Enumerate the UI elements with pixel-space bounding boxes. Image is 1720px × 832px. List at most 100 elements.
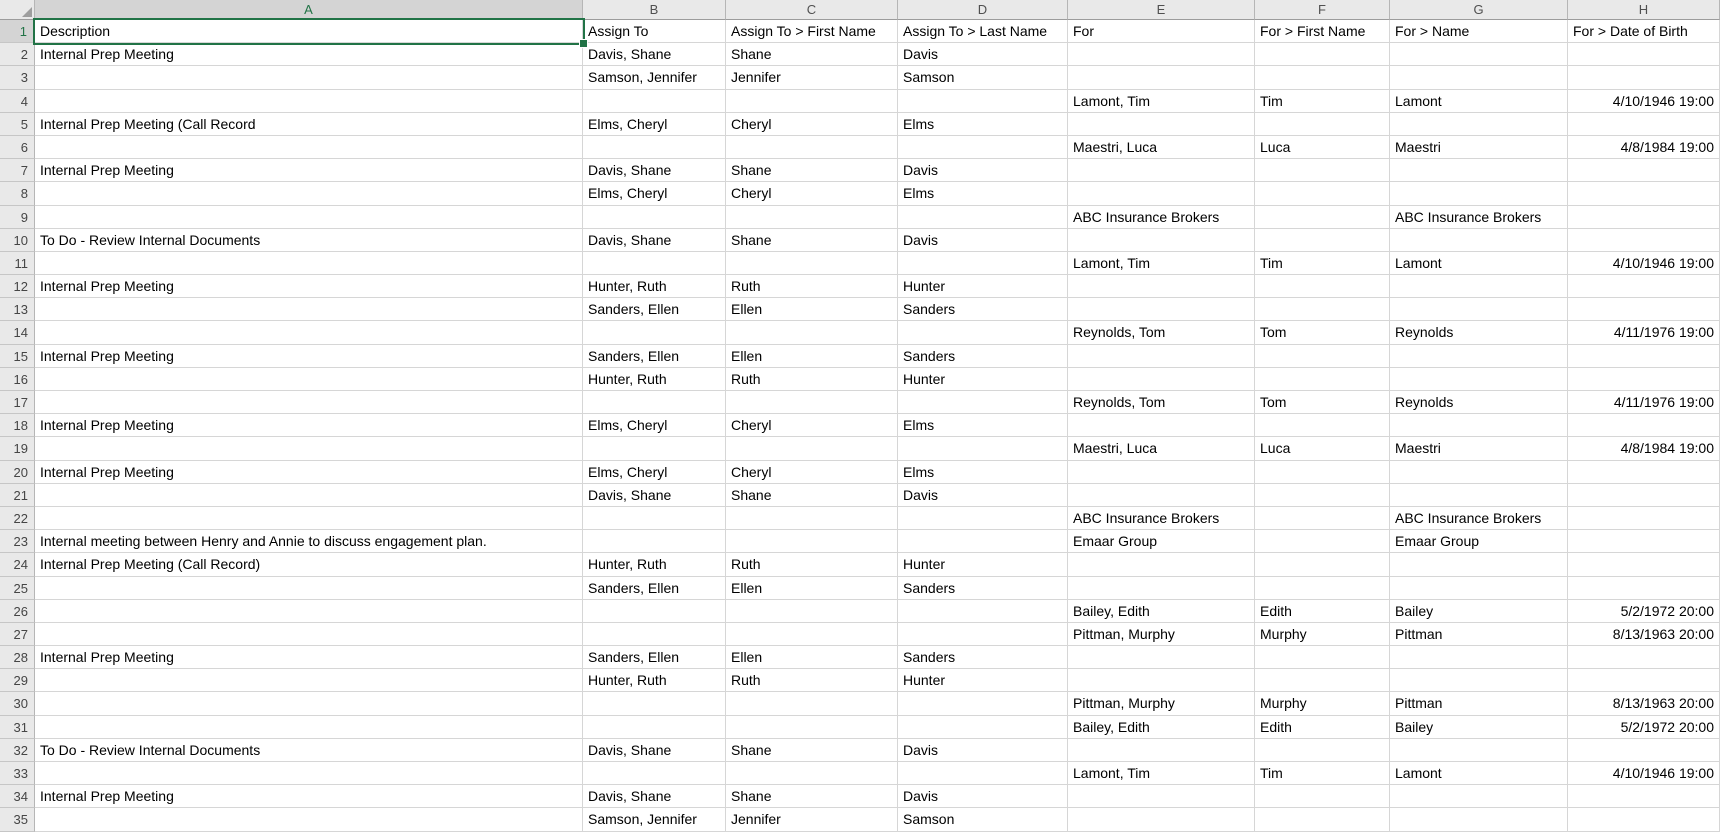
cell-F7[interactable] <box>1255 159 1390 182</box>
cell-B34[interactable]: Davis, Shane <box>583 785 726 808</box>
cell-A30[interactable] <box>35 692 583 715</box>
row-header-12[interactable]: 12 <box>0 275 35 298</box>
row-header-15[interactable]: 15 <box>0 345 35 368</box>
cell-C34[interactable]: Shane <box>726 785 898 808</box>
row-header-27[interactable]: 27 <box>0 623 35 646</box>
cell-F22[interactable] <box>1255 507 1390 530</box>
cell-D6[interactable] <box>898 136 1068 159</box>
cell-E31[interactable]: Bailey, Edith <box>1068 716 1255 739</box>
cell-E27[interactable]: Pittman, Murphy <box>1068 623 1255 646</box>
cell-B8[interactable]: Elms, Cheryl <box>583 182 726 205</box>
cell-G11[interactable]: Lamont <box>1390 252 1568 275</box>
cell-D18[interactable]: Elms <box>898 414 1068 437</box>
cell-H35[interactable] <box>1568 808 1720 831</box>
cell-C28[interactable]: Ellen <box>726 646 898 669</box>
cell-E15[interactable] <box>1068 345 1255 368</box>
cell-G33[interactable]: Lamont <box>1390 762 1568 785</box>
cell-E11[interactable]: Lamont, Tim <box>1068 252 1255 275</box>
cell-G30[interactable]: Pittman <box>1390 692 1568 715</box>
cell-G14[interactable]: Reynolds <box>1390 321 1568 344</box>
cell-H4[interactable]: 4/10/1946 19:00 <box>1568 90 1720 113</box>
cell-B30[interactable] <box>583 692 726 715</box>
column-header-H[interactable]: H <box>1568 0 1720 20</box>
cell-E32[interactable] <box>1068 739 1255 762</box>
cell-A23[interactable]: Internal meeting between Henry and Annie… <box>35 530 583 553</box>
cell-C17[interactable] <box>726 391 898 414</box>
row-header-29[interactable]: 29 <box>0 669 35 692</box>
cell-A18[interactable]: Internal Prep Meeting <box>35 414 583 437</box>
cell-A33[interactable] <box>35 762 583 785</box>
cell-G21[interactable] <box>1390 484 1568 507</box>
cell-G9[interactable]: ABC Insurance Brokers <box>1390 206 1568 229</box>
cell-H8[interactable] <box>1568 182 1720 205</box>
cell-G6[interactable]: Maestri <box>1390 136 1568 159</box>
cell-D34[interactable]: Davis <box>898 785 1068 808</box>
cell-A26[interactable] <box>35 600 583 623</box>
cell-D32[interactable]: Davis <box>898 739 1068 762</box>
cell-E2[interactable] <box>1068 43 1255 66</box>
cell-B1[interactable]: Assign To <box>583 20 726 43</box>
select-all-corner[interactable] <box>0 0 35 20</box>
cell-D7[interactable]: Davis <box>898 159 1068 182</box>
cell-A10[interactable]: To Do - Review Internal Documents <box>35 229 583 252</box>
column-header-D[interactable]: D <box>898 0 1068 20</box>
row-header-18[interactable]: 18 <box>0 414 35 437</box>
cell-G29[interactable] <box>1390 669 1568 692</box>
cell-F5[interactable] <box>1255 113 1390 136</box>
cell-F1[interactable]: For > First Name <box>1255 20 1390 43</box>
cell-E17[interactable]: Reynolds, Tom <box>1068 391 1255 414</box>
cell-G18[interactable] <box>1390 414 1568 437</box>
cell-B20[interactable]: Elms, Cheryl <box>583 461 726 484</box>
row-header-1[interactable]: 1 <box>0 20 35 43</box>
cell-D12[interactable]: Hunter <box>898 275 1068 298</box>
cell-E24[interactable] <box>1068 553 1255 576</box>
cell-H17[interactable]: 4/11/1976 19:00 <box>1568 391 1720 414</box>
cell-F14[interactable]: Tom <box>1255 321 1390 344</box>
cell-C16[interactable]: Ruth <box>726 368 898 391</box>
cell-C31[interactable] <box>726 716 898 739</box>
cell-A4[interactable] <box>35 90 583 113</box>
cell-A13[interactable] <box>35 298 583 321</box>
cell-F21[interactable] <box>1255 484 1390 507</box>
row-header-32[interactable]: 32 <box>0 739 35 762</box>
cell-H22[interactable] <box>1568 507 1720 530</box>
cell-G1[interactable]: For > Name <box>1390 20 1568 43</box>
cell-E20[interactable] <box>1068 461 1255 484</box>
cell-C18[interactable]: Cheryl <box>726 414 898 437</box>
cell-H33[interactable]: 4/10/1946 19:00 <box>1568 762 1720 785</box>
cell-C20[interactable]: Cheryl <box>726 461 898 484</box>
cell-C7[interactable]: Shane <box>726 159 898 182</box>
row-header-6[interactable]: 6 <box>0 136 35 159</box>
cell-H14[interactable]: 4/11/1976 19:00 <box>1568 321 1720 344</box>
cell-H12[interactable] <box>1568 275 1720 298</box>
cell-G25[interactable] <box>1390 577 1568 600</box>
cell-F24[interactable] <box>1255 553 1390 576</box>
cell-A1[interactable]: Description <box>35 20 583 43</box>
cell-F8[interactable] <box>1255 182 1390 205</box>
cell-C23[interactable] <box>726 530 898 553</box>
cell-C5[interactable]: Cheryl <box>726 113 898 136</box>
cell-A9[interactable] <box>35 206 583 229</box>
cell-C32[interactable]: Shane <box>726 739 898 762</box>
cell-F28[interactable] <box>1255 646 1390 669</box>
cell-E18[interactable] <box>1068 414 1255 437</box>
row-header-33[interactable]: 33 <box>0 762 35 785</box>
cell-B31[interactable] <box>583 716 726 739</box>
cell-F11[interactable]: Tim <box>1255 252 1390 275</box>
cell-D25[interactable]: Sanders <box>898 577 1068 600</box>
cell-B3[interactable]: Samson, Jennifer <box>583 66 726 89</box>
cell-F16[interactable] <box>1255 368 1390 391</box>
cell-G12[interactable] <box>1390 275 1568 298</box>
cell-F35[interactable] <box>1255 808 1390 831</box>
cell-F20[interactable] <box>1255 461 1390 484</box>
cell-H27[interactable]: 8/13/1963 20:00 <box>1568 623 1720 646</box>
cell-C35[interactable]: Jennifer <box>726 808 898 831</box>
cell-G28[interactable] <box>1390 646 1568 669</box>
cell-A17[interactable] <box>35 391 583 414</box>
cell-G4[interactable]: Lamont <box>1390 90 1568 113</box>
cell-A22[interactable] <box>35 507 583 530</box>
cell-F26[interactable]: Edith <box>1255 600 1390 623</box>
row-header-9[interactable]: 9 <box>0 206 35 229</box>
cell-C3[interactable]: Jennifer <box>726 66 898 89</box>
row-header-22[interactable]: 22 <box>0 507 35 530</box>
